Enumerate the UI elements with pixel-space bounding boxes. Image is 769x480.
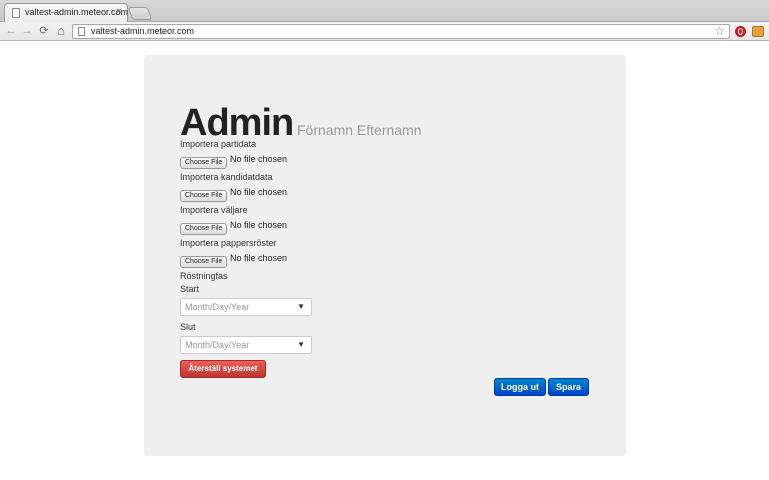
browser-tab[interactable]: valtest-admin.meteor.com × <box>4 3 128 22</box>
opera-extension-icon[interactable] <box>735 26 746 37</box>
browser-toolbar: ← → ⟳ ⌂ valtest-admin.meteor.com ☆ <box>0 22 769 41</box>
browser-tabstrip: valtest-admin.meteor.com × <box>0 0 769 22</box>
save-button[interactable]: Spara <box>548 378 589 396</box>
start-date-dropdown-icon[interactable]: ▼ <box>297 302 305 311</box>
import-paper-votes-label: Importera pappersröster <box>180 238 277 248</box>
bookmark-star-icon[interactable]: ☆ <box>714 24 725 38</box>
import-voters-label: Importera väljare <box>180 205 248 215</box>
start-date-placeholder: Month/Day/Year <box>185 302 250 312</box>
voting-phase-label: Röstningfas <box>180 271 228 281</box>
address-bar[interactable]: valtest-admin.meteor.com ☆ <box>72 24 730 39</box>
end-date-dropdown-icon[interactable]: ▼ <box>297 340 305 349</box>
reset-system-button[interactable]: Återställ systemet <box>180 360 266 378</box>
import-candidate-label: Importera kandidatdata <box>180 172 273 182</box>
user-name: Förnamn Efternamn <box>297 122 422 138</box>
address-url[interactable]: valtest-admin.meteor.com <box>91 26 194 36</box>
logout-button[interactable]: Logga ut <box>494 378 546 396</box>
tab-close-icon[interactable]: × <box>116 6 122 17</box>
forward-icon[interactable]: → <box>21 24 33 38</box>
start-label: Start <box>180 284 200 294</box>
page-favicon-icon <box>12 8 20 18</box>
import-paper-votes-status: No file chosen <box>230 253 288 263</box>
import-candidate-status: No file chosen <box>230 187 288 197</box>
import-party-file-button[interactable]: Choose File <box>180 157 228 169</box>
admin-panel: Admin Förnamn Efternamn Importera partid… <box>144 55 626 456</box>
import-paper-votes-file-button[interactable]: Choose File <box>180 256 228 268</box>
end-date-placeholder: Month/Day/Year <box>185 340 250 350</box>
home-icon[interactable]: ⌂ <box>55 24 67 38</box>
back-icon[interactable]: ← <box>5 24 17 38</box>
page-icon <box>78 27 85 36</box>
import-party-label: Importera partidata <box>180 139 257 149</box>
import-voters-status: No file chosen <box>230 220 288 230</box>
extension-menu-icon[interactable] <box>752 26 764 37</box>
import-candidate-file-button[interactable]: Choose File <box>180 190 228 202</box>
reload-icon[interactable]: ⟳ <box>38 24 50 38</box>
end-label: Slut <box>180 322 196 332</box>
import-voters-file-button[interactable]: Choose File <box>180 223 228 235</box>
import-party-status: No file chosen <box>230 154 288 164</box>
page-title: Admin <box>180 102 294 144</box>
tab-title: valtest-admin.meteor.com <box>25 7 129 17</box>
new-tab-button[interactable] <box>127 7 153 20</box>
start-date-picker[interactable]: Month/Day/Year ▼ <box>180 298 312 316</box>
end-date-picker[interactable]: Month/Day/Year ▼ <box>180 336 312 354</box>
